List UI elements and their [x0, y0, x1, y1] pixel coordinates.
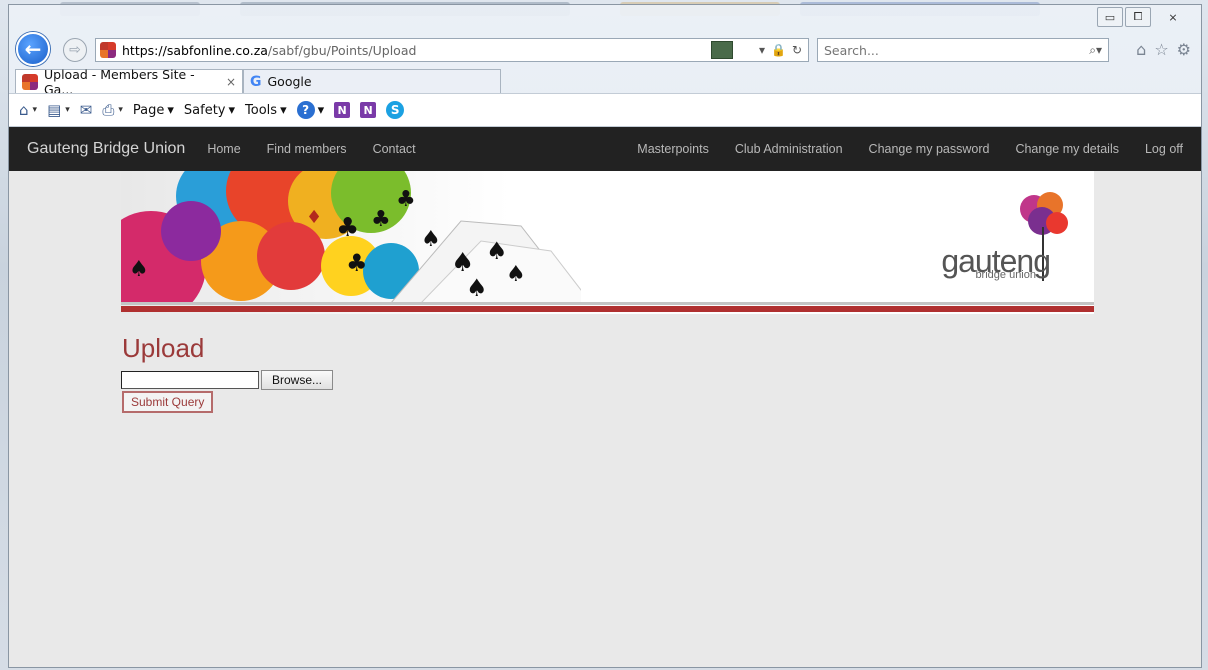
svg-text:♣: ♣: [371, 207, 391, 232]
banner-stripe: [121, 302, 1094, 305]
nav-log-off-link[interactable]: Log off: [1145, 142, 1183, 156]
home-dropdown-icon[interactable]: ▾: [33, 105, 38, 115]
page-menu-label: Page: [132, 102, 165, 118]
tab-favicon-icon: [22, 73, 38, 90]
maximize-icon[interactable]: ⧠: [1125, 7, 1151, 27]
address-bar[interactable]: https://sabfonline.co.za/sabf/gbu/Points…: [95, 38, 809, 62]
tools-menu[interactable]: Tools ▾: [245, 103, 287, 118]
site-banner: ♣ ♣ ♣ ♣ ♠ ♠ ♠ ♠ ♠ ♠ ♦ gauteng bridge uni…: [121, 171, 1094, 314]
banner-stripe: [121, 306, 1094, 312]
google-logo-icon: G: [250, 73, 262, 90]
close-window-icon[interactable]: ⨯: [1153, 7, 1193, 27]
command-bar: ⌂ ▾ ▤ ▾ ✉ ⎙ ▾ Page ▾ Safety ▾ Tools ▾ ? …: [9, 93, 1201, 127]
lock-icon[interactable]: 🔒: [771, 43, 786, 57]
nav-change-details-link[interactable]: Change my details: [1015, 142, 1119, 156]
svg-text:♠: ♠: [421, 227, 441, 252]
tab-strip: Upload - Members Site - Ga... × G Google: [15, 67, 501, 97]
browse-button[interactable]: Browse...: [261, 370, 334, 390]
svg-text:♣: ♣: [396, 187, 416, 212]
window-caption-buttons: ▭ ⧠ ⨯: [1097, 7, 1193, 27]
url-prefix: https://: [122, 42, 167, 58]
minimize-icon[interactable]: ▭: [1097, 7, 1123, 27]
skype-icon[interactable]: S: [386, 101, 405, 119]
web-page: Gauteng Bridge Union Home Find members C…: [9, 127, 1201, 667]
tools-menu-label: Tools: [245, 102, 278, 118]
nav-change-password-link[interactable]: Change my password: [869, 142, 990, 156]
chevron-down-icon: ▾: [280, 102, 287, 118]
nav-club-administration-link[interactable]: Club Administration: [735, 142, 843, 156]
tab-upload[interactable]: Upload - Members Site - Ga... ×: [15, 67, 243, 97]
svg-text:♠: ♠: [129, 257, 149, 282]
refresh-icon[interactable]: ↻: [792, 43, 802, 57]
svg-text:♠: ♠: [506, 262, 526, 287]
back-arrow-icon: ←: [24, 37, 42, 61]
nav-home-link[interactable]: Home: [207, 142, 240, 156]
tab-label: Google: [267, 74, 312, 89]
site-brand-link[interactable]: Gauteng Bridge Union: [27, 140, 185, 158]
page-title: Upload: [122, 333, 205, 363]
feeds-dropdown-icon[interactable]: ▾: [65, 105, 70, 115]
tab-label: Upload - Members Site - Ga...: [44, 66, 195, 97]
search-input[interactable]: [824, 42, 1090, 58]
mail-icon[interactable]: ✉: [80, 101, 93, 119]
forward-button[interactable]: ⇨: [63, 38, 87, 62]
address-dropdown-icon[interactable]: ▾: [759, 43, 765, 57]
chevron-down-icon: ▾: [167, 102, 174, 118]
close-tab-icon[interactable]: ×: [226, 75, 236, 89]
print-dropdown-icon[interactable]: ▾: [118, 105, 123, 115]
favorites-star-icon[interactable]: ☆: [1154, 40, 1168, 59]
file-upload-control: Browse...: [121, 370, 334, 390]
browser-window: ▭ ⧠ ⨯ ← ⇨ https://sabfonline.co.za/sabf/…: [8, 4, 1202, 668]
safety-menu-label: Safety: [183, 102, 226, 118]
svg-text:♣: ♣: [336, 213, 359, 243]
nav-find-members-link[interactable]: Find members: [267, 142, 347, 156]
send-to-onenote-icon[interactable]: N: [360, 102, 377, 118]
site-favicon-icon: [100, 42, 116, 58]
url-path: /sabf/gbu/Points/Upload: [267, 42, 417, 58]
feeds-icon[interactable]: ▤: [47, 101, 61, 119]
nav-contact-link[interactable]: Contact: [373, 142, 416, 156]
search-dropdown-icon[interactable]: ▾: [1096, 43, 1102, 57]
url-domain: sabfonline.co.za: [166, 42, 268, 58]
forward-arrow-icon: ⇨: [69, 42, 81, 58]
site-navbar: Gauteng Bridge Union Home Find members C…: [9, 127, 1201, 171]
file-path-field[interactable]: [121, 371, 259, 389]
playing-cards-artwork: ♣ ♣ ♣ ♣ ♠ ♠ ♠ ♠ ♠ ♠ ♦: [121, 171, 581, 303]
print-icon[interactable]: ⎙: [102, 101, 114, 119]
nav-masterpoints-link[interactable]: Masterpoints: [637, 142, 709, 156]
safety-menu[interactable]: Safety ▾: [184, 103, 235, 118]
compatibility-view-icon[interactable]: [710, 41, 733, 59]
browser-tool-icons: ⌂ ☆ ⚙: [1136, 40, 1191, 59]
svg-text:♣: ♣: [346, 249, 368, 277]
help-icon: ?: [296, 101, 315, 119]
search-icon[interactable]: ⌕: [1089, 43, 1096, 58]
logo-subtitle: bridge union: [975, 269, 1036, 281]
svg-text:♠: ♠: [466, 274, 488, 302]
tab-google[interactable]: G Google: [243, 69, 501, 93]
page-menu[interactable]: Page ▾: [133, 103, 174, 118]
back-button[interactable]: ←: [16, 32, 50, 66]
svg-text:♦: ♦: [306, 207, 322, 228]
settings-gear-icon[interactable]: ⚙: [1177, 40, 1191, 59]
address-bar-actions: ▾ 🔒 ↻: [710, 41, 808, 59]
chevron-down-icon: ▾: [317, 102, 325, 118]
onenote-icon[interactable]: N: [334, 102, 351, 118]
svg-text:♠: ♠: [486, 237, 508, 265]
home-icon[interactable]: ⌂: [1136, 40, 1146, 59]
submit-query-button[interactable]: Submit Query: [122, 391, 214, 413]
chevron-down-icon: ▾: [228, 102, 236, 118]
help-menu[interactable]: ? ▾: [296, 101, 325, 119]
search-box[interactable]: ⌕ ▾: [817, 38, 1109, 62]
home-command-icon[interactable]: ⌂: [19, 101, 29, 119]
